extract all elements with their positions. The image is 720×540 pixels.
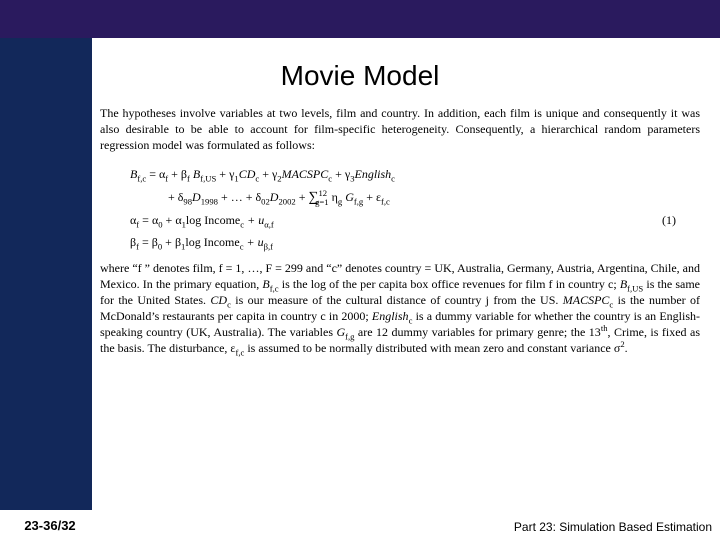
page-number: 23-36/32 bbox=[0, 510, 100, 540]
slide-title: Movie Model bbox=[0, 60, 720, 92]
top-accent-bar bbox=[0, 0, 720, 38]
intro-paragraph: The hypotheses involve variables at two … bbox=[100, 105, 700, 154]
equation-block: Bf,c = αf + βf Bf,US + γ1CDc + γ2MACSPCc… bbox=[130, 164, 680, 254]
equation-line-4: βf = β0 + β1log Incomec + uβ,f bbox=[130, 232, 680, 254]
body-content: The hypotheses involve variables at two … bbox=[100, 105, 700, 363]
equation-line-3: αf = α0 + α1log Incomec + uα,f (1) bbox=[130, 210, 680, 232]
part-label: Part 23: Simulation Based Estimation bbox=[514, 520, 712, 534]
equation-number: (1) bbox=[662, 210, 680, 232]
explanation-paragraph: where “f ” denotes film, f = 1, …, F = 2… bbox=[100, 260, 700, 357]
equation-line-2: + δ98D1998 + … + δ02D2002 + ∑12g=1 ηg Gf… bbox=[130, 185, 680, 210]
footer: 23-36/32 Part 23: Simulation Based Estim… bbox=[0, 510, 720, 540]
equation-line-1: Bf,c = αf + βf Bf,US + γ1CDc + γ2MACSPCc… bbox=[130, 164, 680, 186]
